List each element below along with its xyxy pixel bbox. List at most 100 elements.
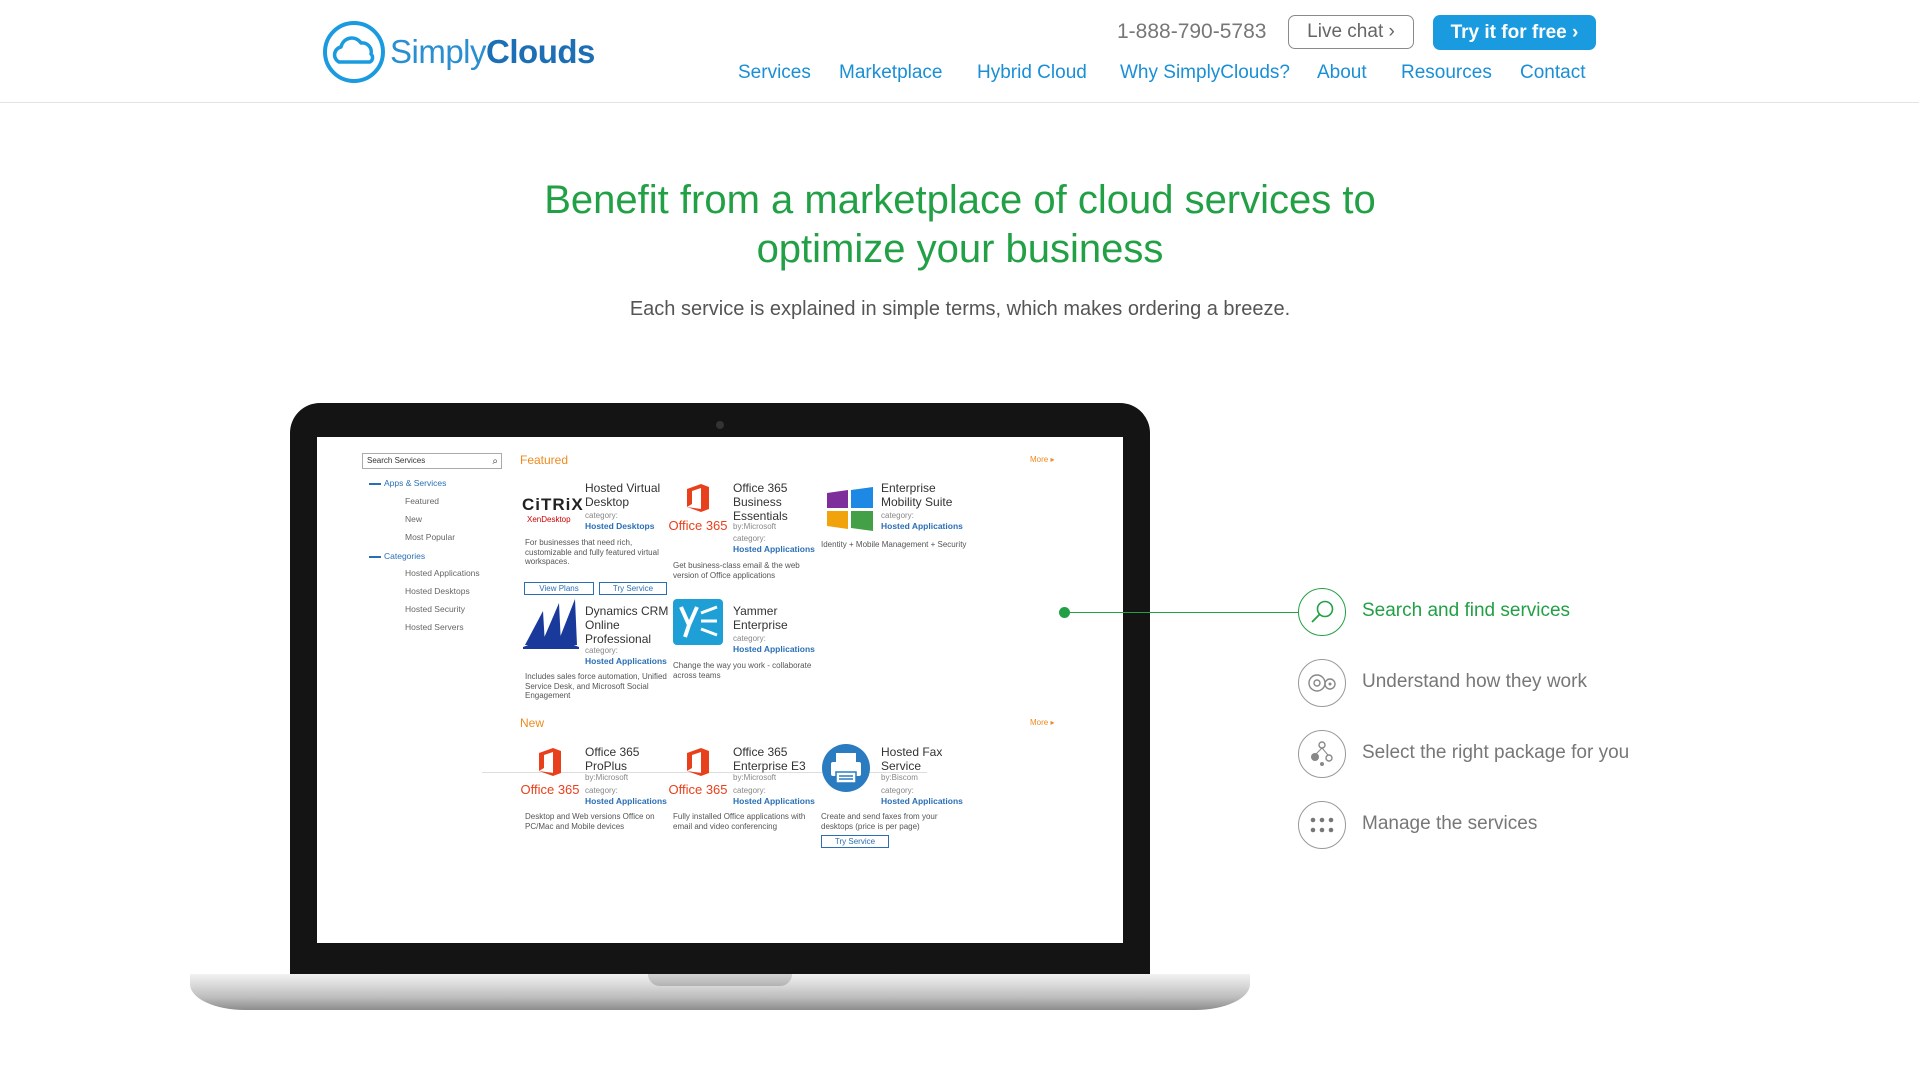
dots-grid-drawing bbox=[1310, 817, 1334, 833]
card-title: Dynamics CRM Online Professional bbox=[585, 604, 669, 646]
citrix-logo-sub: XenDesktop bbox=[527, 515, 571, 524]
gears-icon[interactable] bbox=[1298, 659, 1346, 707]
category-label: category: bbox=[881, 511, 914, 520]
card-category: Hosted Applications bbox=[585, 796, 667, 806]
live-chat-label: Live chat bbox=[1307, 21, 1384, 42]
category-label: category: bbox=[881, 786, 914, 795]
sidebar-categories-header-label: Categories bbox=[384, 551, 426, 561]
nav-contact[interactable]: Contact bbox=[1520, 62, 1585, 84]
hero-subtitle: Each service is explained in simple term… bbox=[629, 298, 1291, 320]
network-nodes-drawing bbox=[1311, 741, 1333, 766]
sidebar-item-most-popular[interactable]: Most Popular bbox=[405, 532, 455, 542]
sidebar-item-hosted-desktops[interactable]: Hosted Desktops bbox=[405, 586, 470, 596]
live-chat-button[interactable]: Live chat › bbox=[1288, 15, 1414, 49]
card-title: Yammer Enterprise bbox=[733, 604, 788, 632]
new-heading: New bbox=[520, 716, 545, 730]
logo-bold-text: Clouds bbox=[486, 33, 595, 70]
gears-drawing bbox=[1308, 674, 1336, 692]
category-label: category: bbox=[733, 786, 766, 795]
chevron-right-icon: › bbox=[1383, 21, 1395, 42]
sidebar-apps-header[interactable]: Apps & Services bbox=[369, 478, 446, 488]
search-icon: ⌕ bbox=[492, 456, 498, 467]
hero-title: Benefit from a marketplace of cloud serv… bbox=[400, 176, 1520, 274]
dynamics-logo-icon bbox=[523, 599, 579, 649]
try-service-button[interactable]: Try Service bbox=[821, 835, 889, 848]
card-vendor: by:Biscom bbox=[881, 773, 918, 782]
dash-icon bbox=[369, 482, 381, 485]
dash-icon bbox=[369, 555, 381, 558]
laptop-mockup: Search Services ⌕ Apps & Services Feature… bbox=[290, 403, 1150, 983]
card-category: Hosted Applications bbox=[881, 796, 963, 806]
fax-icon bbox=[822, 744, 870, 792]
sidebar-categories-header[interactable]: Categories bbox=[369, 551, 425, 561]
office365-logo-text: Office 365 bbox=[668, 782, 728, 797]
card-title: Hosted Virtual Desktop bbox=[585, 481, 661, 509]
featured-more-link[interactable]: More ▸ bbox=[1030, 455, 1054, 464]
card-category: Hosted Applications bbox=[733, 544, 815, 554]
webcam-dot bbox=[716, 421, 724, 429]
laptop-screen: Search Services ⌕ Apps & Services Feature… bbox=[317, 437, 1123, 943]
card-title: Office 365 Business Essentials bbox=[733, 481, 788, 523]
screen-search-placeholder: Search Services bbox=[367, 456, 426, 465]
nav-about[interactable]: About bbox=[1317, 62, 1367, 84]
category-label: category: bbox=[585, 511, 618, 520]
office365-logo-text: Office 365 bbox=[668, 518, 728, 533]
nav-why-simplyclouds[interactable]: Why SimplyClouds? bbox=[1120, 62, 1290, 84]
office365-logo: Office 365 bbox=[520, 747, 580, 797]
card-description: Fully installed Office applications with… bbox=[673, 812, 806, 831]
card-description: For businesses that need rich, customiza… bbox=[525, 538, 659, 566]
phone-number[interactable]: 1-888-790-5783 bbox=[1117, 20, 1266, 44]
card-category: Hosted Applications bbox=[585, 656, 667, 666]
hero-title-line-2: optimize your business bbox=[756, 227, 1164, 271]
magnifier-icon bbox=[1311, 600, 1334, 623]
sidebar-apps-header-label: Apps & Services bbox=[384, 478, 447, 488]
try-free-label: Try it for free bbox=[1450, 21, 1567, 43]
card-category: Hosted Applications bbox=[733, 644, 815, 654]
sidebar-item-hosted-security[interactable]: Hosted Security bbox=[405, 604, 465, 614]
card-vendor: by:Microsoft bbox=[733, 773, 777, 782]
card-description: Change the way you work - collaborate ac… bbox=[673, 661, 812, 680]
search-icon[interactable] bbox=[1298, 588, 1346, 636]
card-category: Hosted Desktops bbox=[585, 521, 655, 531]
office-icon bbox=[687, 748, 709, 776]
sidebar-item-hosted-applications[interactable]: Hosted Applications bbox=[405, 568, 480, 578]
sidebar-item-featured[interactable]: Featured bbox=[405, 496, 439, 506]
feature-understand-label[interactable]: Understand how they work bbox=[1362, 671, 1587, 693]
sidebar-item-hosted-servers[interactable]: Hosted Servers bbox=[405, 622, 464, 632]
screen-search-input[interactable]: Search Services ⌕ bbox=[362, 453, 502, 469]
category-label: category: bbox=[733, 634, 766, 643]
simplyclouds-logo[interactable]: SimplyClouds bbox=[322, 20, 595, 84]
feature-search-label[interactable]: Search and find services bbox=[1362, 600, 1570, 622]
office365-logo: Office 365 bbox=[668, 483, 728, 533]
card-vendor: by:Microsoft bbox=[585, 773, 629, 782]
nav-hybrid-cloud[interactable]: Hybrid Cloud bbox=[977, 62, 1087, 84]
category-label: category: bbox=[585, 646, 618, 655]
nav-marketplace[interactable]: Marketplace bbox=[839, 62, 943, 84]
nav-resources[interactable]: Resources bbox=[1401, 62, 1492, 84]
category-label: category: bbox=[585, 786, 618, 795]
cloud-logo-icon bbox=[323, 21, 385, 83]
office365-logo: Office 365 bbox=[668, 747, 728, 797]
package-icon[interactable] bbox=[1298, 730, 1346, 778]
hero-title-line-1: Benefit from a marketplace of cloud serv… bbox=[544, 178, 1376, 222]
laptop-base bbox=[190, 974, 1250, 1010]
card-description: Includes sales force automation, Unified… bbox=[525, 672, 667, 700]
laptop-notch bbox=[648, 974, 792, 986]
feature-manage-label[interactable]: Manage the services bbox=[1362, 813, 1537, 835]
try-service-button[interactable]: Try Service bbox=[599, 582, 667, 595]
nav-services[interactable]: Services bbox=[738, 62, 811, 84]
sidebar-item-new[interactable]: New bbox=[405, 514, 422, 524]
feature-select-label[interactable]: Select the right package for you bbox=[1362, 742, 1629, 764]
category-label: category: bbox=[733, 534, 766, 543]
office365-logo-text: Office 365 bbox=[520, 782, 580, 797]
card-description: Identity + Mobile Management + Security bbox=[821, 540, 967, 549]
try-free-button[interactable]: Try it for free › bbox=[1433, 15, 1596, 50]
view-plans-button[interactable]: View Plans bbox=[524, 582, 594, 595]
dots-grid-icon[interactable] bbox=[1298, 801, 1346, 849]
card-vendor: by:Microsoft bbox=[733, 522, 777, 531]
site-header: SimplyClouds 1-888-790-5783 Live chat › … bbox=[0, 0, 1919, 103]
new-more-link[interactable]: More ▸ bbox=[1030, 718, 1054, 727]
yammer-logo-icon bbox=[673, 599, 723, 645]
chevron-right-icon: › bbox=[1566, 21, 1579, 43]
card-category: Hosted Applications bbox=[733, 796, 815, 806]
